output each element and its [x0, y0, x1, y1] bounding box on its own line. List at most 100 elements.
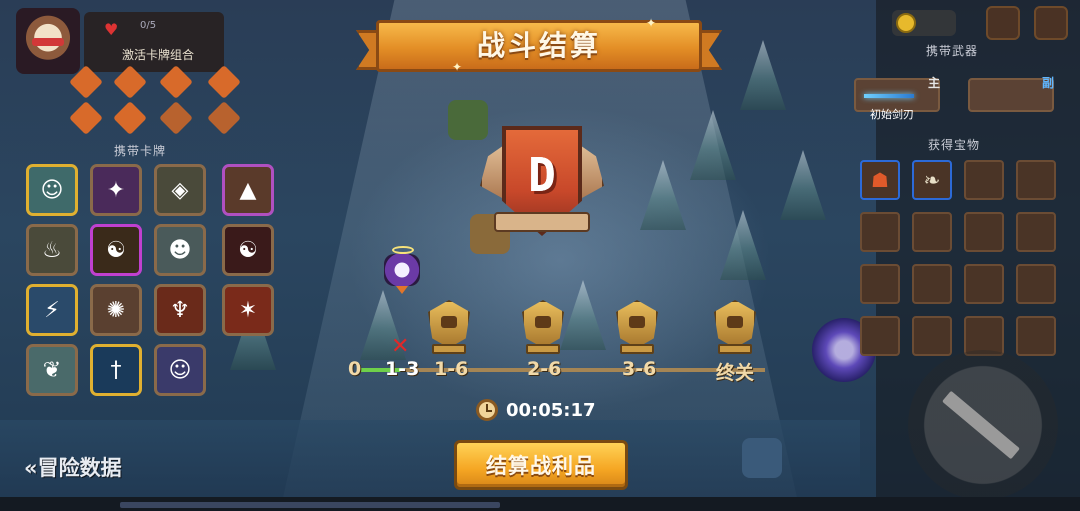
trophy-icon	[424, 300, 474, 358]
scroll-icon: ❦	[42, 357, 62, 383]
adventure-data-link[interactable]: «冒险数据	[24, 452, 122, 482]
card-slot[interactable]: ☺	[26, 164, 78, 216]
elder-icon: ☺	[40, 177, 64, 203]
card-slot[interactable]: ✺	[90, 284, 142, 336]
relic-slot[interactable]	[860, 264, 900, 304]
relic-slot[interactable]	[912, 316, 952, 356]
relic-slot[interactable]	[1016, 160, 1056, 200]
card-slot[interactable]: ❦	[26, 344, 78, 396]
main-weapon-name: 初始剑刃	[870, 108, 914, 121]
card-slot[interactable]: ♆	[154, 284, 206, 336]
halo-icon	[392, 246, 414, 254]
relic-slot[interactable]	[1016, 212, 1056, 252]
bone-wing-relic-icon: ❧	[923, 168, 941, 192]
sub-weapon-tag: 副	[1042, 76, 1055, 90]
boss-portrait	[16, 8, 80, 74]
lightning-sword-icon: ⚡	[44, 297, 60, 323]
rank-letter: D	[528, 148, 556, 202]
card-slot[interactable]: ◈	[154, 164, 206, 216]
combo-slot-icon	[69, 101, 103, 135]
totem-icon: ▲	[239, 177, 257, 203]
sword-icon	[864, 94, 914, 98]
left-panel: ♥ 0/5 激活卡牌组合 携带卡牌 ☺ ✦ ◈ ♨ ☯ ☻ ⚡ ✺ ♆ ❦ † ☺ ▲ ☯ ✶	[14, 8, 284, 403]
card-slot[interactable]: ☯	[90, 224, 142, 276]
coin-icon	[896, 13, 916, 33]
settle-loot-label: 结算战利品	[486, 454, 596, 478]
card-grid-column: ▲ ☯ ✶	[222, 164, 274, 336]
trophy-icon	[612, 300, 662, 358]
card-slot[interactable]: ♨	[26, 224, 78, 276]
fire-bird-icon: ✶	[238, 297, 258, 323]
altar-icon: ◈	[171, 177, 189, 203]
position-pointer-icon	[396, 286, 408, 294]
inventory-button[interactable]	[986, 6, 1020, 40]
right-panel: 携带武器 主 初始剑刃 副 获得宝物 ☗ ❧	[854, 0, 1080, 500]
stage-label: 0	[348, 358, 362, 380]
settle-loot-button[interactable]: 结算战利品	[454, 440, 628, 490]
stage-label: 1-6	[434, 358, 469, 380]
taiji-icon: ☯	[238, 237, 258, 263]
stage-label: 终关	[716, 362, 755, 384]
dragon-icon: ♆	[170, 297, 190, 323]
sparkle-icon: ✦	[452, 60, 463, 74]
hero-head	[384, 254, 420, 286]
yinyang-icon: ☯	[106, 237, 126, 263]
card-slot[interactable]: †	[90, 344, 142, 396]
relic-slot[interactable]	[964, 212, 1004, 252]
battle-timer: 00:05:17	[476, 398, 596, 422]
banner-title: 战斗结算	[476, 29, 601, 62]
attack-button[interactable]	[908, 350, 1058, 500]
combo-title: 激活卡牌组合	[122, 48, 195, 62]
relic-slot[interactable]	[860, 212, 900, 252]
shell-icon: ✺	[106, 297, 126, 323]
npc-sprite	[742, 438, 782, 478]
stage-label-current: 1-3	[385, 358, 420, 380]
bottom-status-bar	[0, 497, 1080, 511]
relic-slot[interactable]	[964, 160, 1004, 200]
ice-sword-icon: †	[110, 357, 122, 383]
rune-icon: ✦	[106, 177, 126, 203]
card-slot[interactable]: ✶	[222, 284, 274, 336]
coin-counter	[892, 10, 956, 36]
stage-label: 3-6	[622, 358, 657, 380]
relic-slot[interactable]	[964, 264, 1004, 304]
card-slot[interactable]: ▲	[222, 164, 274, 216]
relic-slot[interactable]	[912, 212, 952, 252]
card-slot[interactable]: ☻	[154, 224, 206, 276]
cards-title: 携带卡牌	[114, 144, 167, 158]
girl-icon: ☺	[168, 357, 192, 383]
combo-count: 0/5	[140, 20, 157, 31]
trophy-icon	[518, 300, 568, 358]
relic-slot[interactable]	[860, 316, 900, 356]
rank-emblem: D	[480, 120, 604, 250]
lantern-icon: ♨	[42, 237, 62, 263]
combo-slot-empty	[159, 101, 193, 135]
relic-slot[interactable]	[912, 264, 952, 304]
combo-slot-empty	[207, 101, 241, 135]
monk-icon: ☻	[168, 237, 192, 263]
heart-icon: ♥	[104, 20, 119, 39]
death-marker-icon: ✕	[391, 334, 410, 359]
stage-label: 2-6	[527, 358, 562, 380]
hero-avatar	[380, 246, 424, 294]
sparkle-icon: ✦	[646, 16, 657, 30]
relic-slot[interactable]: ❧	[912, 160, 952, 200]
relic-slot[interactable]	[1016, 264, 1056, 304]
timer-value: 00:05:17	[506, 399, 596, 421]
status-bar-fill	[120, 502, 500, 508]
clock-icon	[476, 399, 498, 421]
card-combo-box[interactable]: ♥ 0/5 激活卡牌组合	[84, 12, 224, 72]
sword-icon	[942, 390, 1020, 460]
relic-slot[interactable]	[1016, 316, 1056, 356]
card-slot[interactable]: ☺	[154, 344, 206, 396]
weapons-title: 携带武器	[926, 44, 979, 58]
card-slot[interactable]: ☯	[222, 224, 274, 276]
wreath-icon	[494, 212, 590, 232]
card-slot[interactable]: ⚡	[26, 284, 78, 336]
progress-track	[360, 368, 765, 372]
menu-button[interactable]	[1034, 6, 1068, 40]
relics-title: 获得宝物	[928, 138, 981, 152]
combo-slot-icon	[113, 101, 147, 135]
card-slot[interactable]: ✦	[90, 164, 142, 216]
relic-slot[interactable]: ☗	[860, 160, 900, 200]
